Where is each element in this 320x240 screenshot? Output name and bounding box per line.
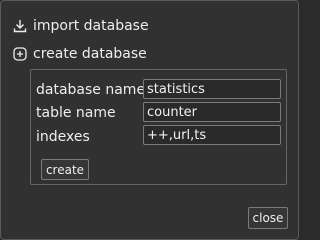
indexes-input[interactable] xyxy=(143,125,281,145)
close-button[interactable]: close xyxy=(248,207,288,229)
database-name-input[interactable] xyxy=(143,79,281,99)
create-database-label: create database xyxy=(33,46,147,62)
import-database-action[interactable]: import database xyxy=(13,16,149,36)
indexes-label: indexes xyxy=(36,129,90,145)
plus-circle-icon xyxy=(13,47,27,61)
database-name-label: database name xyxy=(36,82,146,98)
download-icon xyxy=(13,19,27,33)
create-button[interactable]: create xyxy=(41,159,89,180)
import-database-label: import database xyxy=(33,18,149,34)
table-name-input[interactable] xyxy=(143,102,281,122)
database-panel: import database create database database… xyxy=(0,0,299,240)
create-database-action[interactable]: create database xyxy=(13,44,147,64)
table-name-label: table name xyxy=(36,105,116,121)
